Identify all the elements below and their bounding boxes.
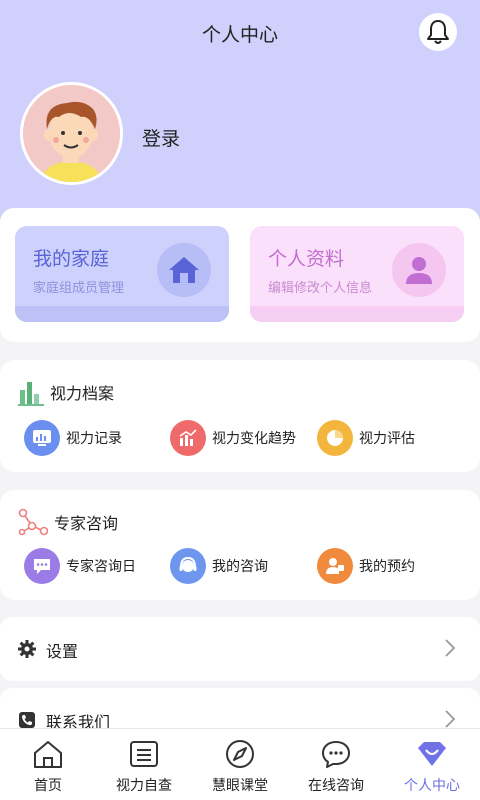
vision-trend-item[interactable]: 视力变化趋势: [170, 420, 296, 456]
tab-profile[interactable]: 个人中心: [384, 729, 480, 800]
tab-online-consult-label: 在线咨询: [308, 778, 364, 794]
home-tab-icon: [34, 741, 62, 768]
appointment-icon: [326, 558, 344, 574]
eye-chart-icon: [130, 741, 158, 767]
personal-info-subtitle: 编辑修改个人信息: [268, 281, 373, 296]
notification-button[interactable]: [419, 13, 457, 51]
quick-cards: 我的家庭 家庭组成员管理 个人资料 编辑修改个人信息: [0, 208, 480, 342]
pie-assessment-icon: [327, 430, 343, 446]
expert-consult-title: 专家咨询: [54, 514, 119, 533]
vision-assessment-label: 视力评估: [359, 431, 415, 447]
expert-consult-day-label: 专家咨询日: [66, 559, 136, 575]
bottom-tab-bar: 首页 视力自查 慧眼课堂 在线咨询 个人中心: [0, 728, 480, 800]
tab-profile-label: 个人中心: [404, 778, 460, 794]
chevron-right-icon: [445, 639, 456, 657]
my-consult-label: 我的咨询: [212, 559, 268, 575]
my-family-subtitle: 家庭组成员管理: [33, 281, 125, 296]
chat-bubble-icon: [34, 559, 50, 574]
chevron-right-icon: [445, 710, 456, 728]
personal-info-card[interactable]: 个人资料 编辑修改个人信息: [250, 226, 464, 322]
compass-icon: [226, 740, 254, 768]
my-family-card[interactable]: 我的家庭 家庭组成员管理: [15, 226, 229, 322]
tab-classroom[interactable]: 慧眼课堂: [192, 729, 288, 800]
person-icon: [406, 257, 432, 284]
my-family-title: 我的家庭: [33, 248, 110, 270]
expert-consult-section: 专家咨询 专家咨询日 我的咨询 我的预约: [0, 490, 480, 600]
my-appointment-item[interactable]: 我的预约: [317, 548, 415, 584]
phone-icon: [19, 712, 35, 728]
page-title: 个人中心: [201, 24, 278, 46]
tab-vision-check-label: 视力自查: [116, 778, 172, 794]
network-icon: [18, 508, 48, 536]
personal-info-title: 个人资料: [268, 248, 345, 270]
avatar-cartoon-icon: [23, 85, 120, 182]
headset-icon: [179, 556, 197, 572]
vision-record-item[interactable]: 视力记录: [24, 420, 122, 456]
vision-archive-section: 视力档案 视力记录 视力变化趋势 视力评估: [0, 360, 480, 472]
tab-online-consult[interactable]: 在线咨询: [288, 729, 384, 800]
gear-icon: [18, 640, 36, 658]
bar-chart-icon: [18, 382, 44, 406]
login-link[interactable]: 登录: [142, 124, 180, 151]
home-icon: [169, 257, 199, 283]
vision-record-label: 视力记录: [66, 431, 122, 447]
tab-classroom-label: 慧眼课堂: [212, 778, 268, 794]
vision-archive-title: 视力档案: [50, 384, 115, 403]
tab-home[interactable]: 首页: [0, 729, 96, 800]
bell-icon: [427, 20, 449, 44]
vision-assessment-item[interactable]: 视力评估: [317, 420, 415, 456]
chat-icon: [322, 741, 350, 768]
vision-trend-label: 视力变化趋势: [212, 431, 296, 447]
diamond-heart-icon: [418, 742, 446, 766]
vision-record-icon: [33, 430, 51, 446]
my-consult-item[interactable]: 我的咨询: [170, 548, 268, 584]
settings-row[interactable]: 设置: [0, 617, 480, 681]
tab-vision-check[interactable]: 视力自查: [96, 729, 192, 800]
trend-chart-icon: [179, 429, 197, 446]
tab-home-label: 首页: [34, 778, 62, 794]
avatar[interactable]: [20, 82, 123, 185]
settings-label: 设置: [46, 642, 79, 661]
expert-consult-day-item[interactable]: 专家咨询日: [24, 548, 136, 584]
my-appointment-label: 我的预约: [359, 559, 415, 575]
